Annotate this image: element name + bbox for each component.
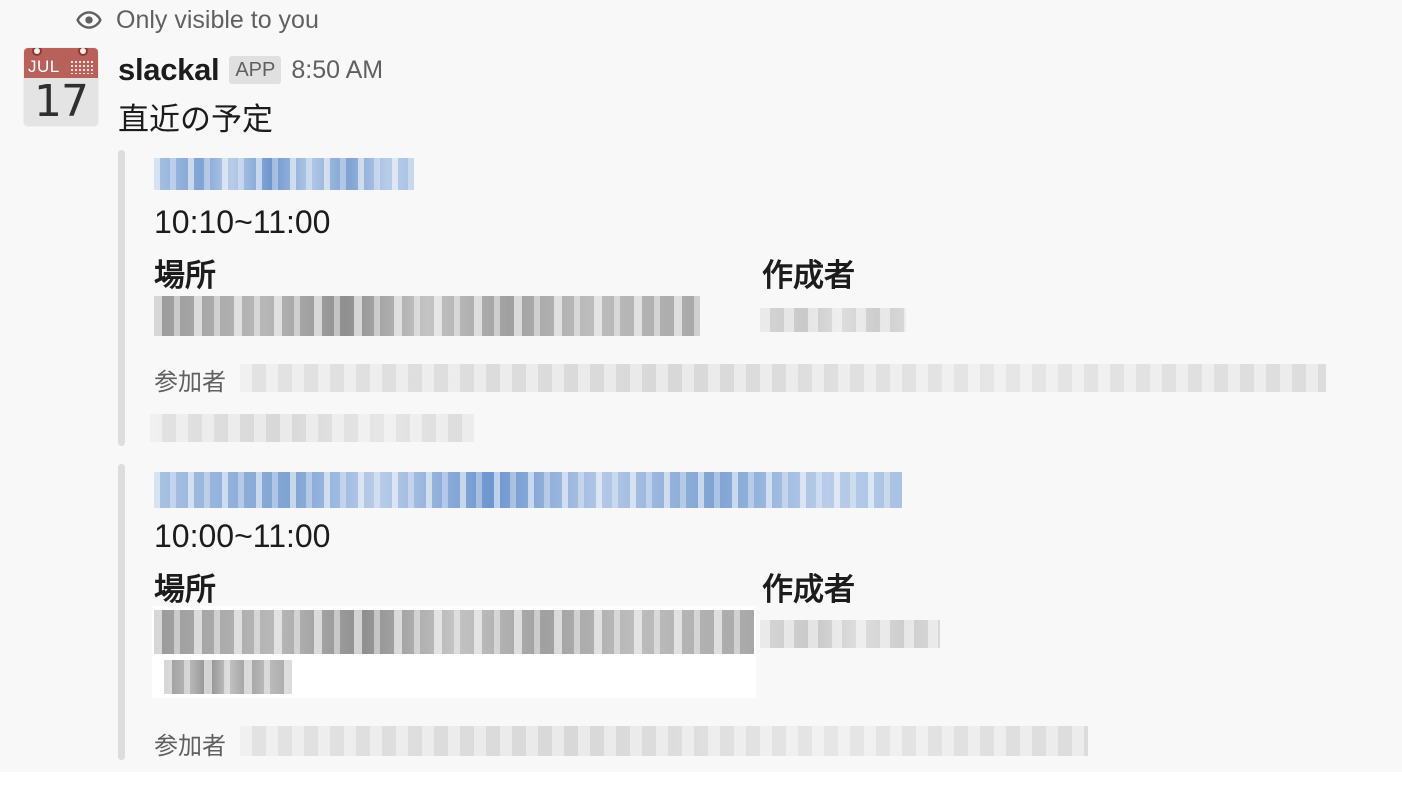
creator-label: 作成者 — [762, 258, 855, 294]
attachment-bar — [118, 150, 125, 446]
participants-label: 参加者 — [154, 368, 226, 396]
event-attachment: 10:00~11:00 場所 作成者 参加者 — [118, 464, 1358, 760]
creator-value[interactable] — [760, 620, 940, 648]
location-value — [154, 610, 754, 654]
timestamp[interactable]: 8:50 AM — [291, 56, 383, 85]
participants-value-continued — [150, 414, 474, 442]
attachment-bar — [118, 464, 125, 760]
creator-value[interactable] — [760, 308, 906, 332]
calendar-day: 17 — [34, 76, 89, 126]
app-badge: APP — [229, 56, 282, 84]
location-value-continued — [164, 660, 292, 694]
message-pane: Only visible to you JUL 17 slackal APP 8… — [0, 0, 1402, 772]
event-title-link[interactable] — [154, 158, 414, 190]
participants-value — [240, 726, 1088, 756]
eye-icon — [76, 7, 102, 33]
calendar-rings — [24, 48, 98, 56]
ephemeral-text: Only visible to you — [116, 5, 319, 34]
creator-label: 作成者 — [762, 572, 855, 608]
ephemeral-notice: Only visible to you — [76, 6, 319, 34]
avatar[interactable]: JUL 17 — [24, 48, 98, 126]
event-title-link[interactable] — [154, 472, 902, 508]
event-time: 10:10~11:00 — [154, 204, 331, 240]
location-label: 場所 — [154, 572, 216, 608]
location-value — [154, 296, 700, 336]
calendar-grid — [70, 60, 94, 74]
location-label: 場所 — [154, 258, 216, 294]
message-text: 直近の予定 — [118, 102, 273, 138]
event-attachment: 10:10~11:00 場所 作成者 参加者 — [118, 150, 1358, 446]
message-header: slackal APP 8:50 AM — [118, 50, 383, 90]
event-time: 10:00~11:00 — [154, 518, 331, 554]
participants-value — [240, 364, 1326, 392]
sender-name[interactable]: slackal — [118, 52, 220, 88]
participants-label: 参加者 — [154, 732, 226, 760]
calendar-month: JUL — [28, 57, 60, 76]
